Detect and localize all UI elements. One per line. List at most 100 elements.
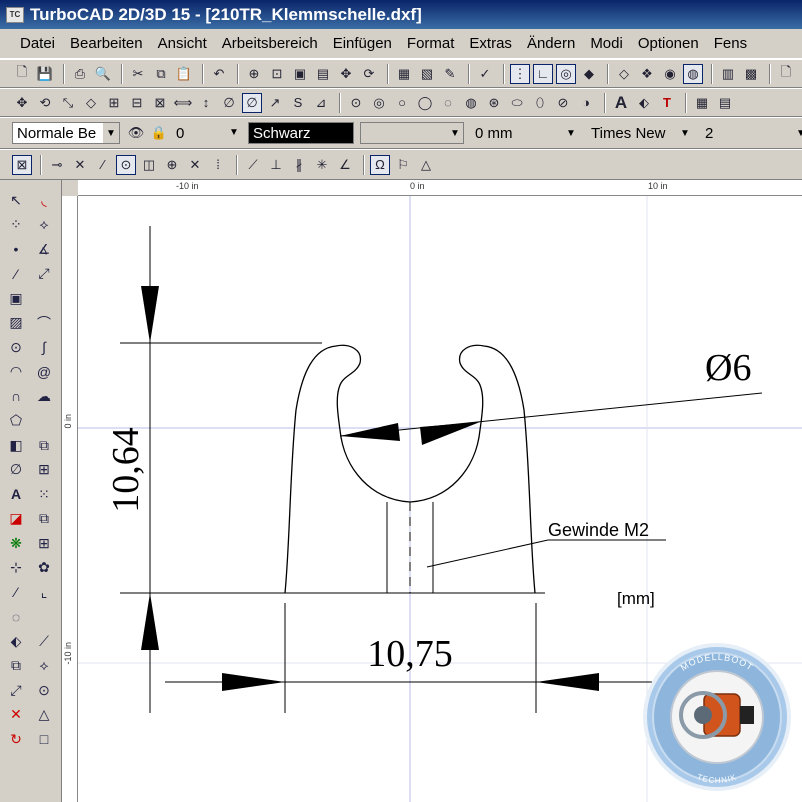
color-dropdown[interactable]: Schwarz▼ xyxy=(248,122,371,144)
radius-icon[interactable]: ∅ xyxy=(219,93,239,113)
snap-ortho-icon[interactable]: ∟ xyxy=(533,63,553,84)
triangle-tool-icon[interactable]: △ xyxy=(32,703,56,728)
cloud-icon[interactable]: ☁ xyxy=(32,384,56,409)
mirror-icon[interactable]: ◇ xyxy=(81,93,101,113)
chevron-down-icon[interactable]: ▼ xyxy=(226,122,242,142)
eye-visibility-icon[interactable]: 👁 xyxy=(126,123,146,143)
layer-number-dropdown[interactable]: 0 ▼ xyxy=(172,122,242,144)
edit-tool-icon[interactable]: ⁄ xyxy=(4,580,28,605)
align-icon[interactable]: ⊟ xyxy=(127,93,147,113)
magnet-icon[interactable]: Ω xyxy=(370,154,390,175)
dimension-vert-icon[interactable]: ↕ xyxy=(196,93,216,113)
node-edit-icon[interactable]: ⟡ xyxy=(32,213,56,238)
shape-tool-icon[interactable]: ◧ xyxy=(4,433,28,458)
snap-parallel-icon[interactable]: ∦ xyxy=(289,155,309,175)
copy-icon[interactable]: ⧉ xyxy=(151,64,171,84)
snap-intersect-icon[interactable]: ⊕ xyxy=(162,155,182,175)
layers-icon[interactable]: ▦ xyxy=(394,64,414,84)
dimension-tool-icon[interactable]: ∅ xyxy=(4,458,28,483)
library-icon[interactable]: ▥ xyxy=(718,64,738,84)
chevron-down-icon[interactable]: ▼ xyxy=(793,123,802,143)
print-preview-icon[interactable]: 🔍 xyxy=(93,64,113,84)
color-tool-icon[interactable]: ◪ xyxy=(4,507,28,532)
curve-tool-icon[interactable]: ∩ xyxy=(4,384,28,409)
menu-ansicht[interactable]: Ansicht xyxy=(158,35,207,52)
diameter-icon[interactable]: ∅ xyxy=(242,92,262,113)
grid-2-tool-icon[interactable]: ⊞ xyxy=(32,531,56,556)
render-icon[interactable]: ◆ xyxy=(579,64,599,84)
paste-icon[interactable]: 📋 xyxy=(174,64,194,84)
snap-angle-icon[interactable]: ∠ xyxy=(335,155,355,175)
orbit-icon[interactable]: ❖ xyxy=(637,64,657,84)
drawing-canvas[interactable]: 10,64 10,75 Ø6 Gewinde M2 [mm] MODELLBOO… xyxy=(78,196,802,802)
circle-6-icon[interactable]: ◍ xyxy=(461,93,481,113)
square-tool-icon[interactable]: □ xyxy=(32,727,56,752)
circle-3-icon[interactable]: ○ xyxy=(392,93,412,113)
zoom-icon[interactable]: ⊕ xyxy=(244,64,264,84)
new-file-icon[interactable]: 🗋 xyxy=(12,64,32,84)
view-tool-icon[interactable]: ⤢ xyxy=(4,678,28,703)
menu-bearbeiten[interactable]: Bearbeiten xyxy=(70,35,143,52)
table-2-icon[interactable]: ▤ xyxy=(715,93,735,113)
array-icon[interactable]: ⊞ xyxy=(104,93,124,113)
circle-5-icon[interactable]: ◌ xyxy=(438,93,458,113)
snap-perpendicular-icon[interactable]: ⊥ xyxy=(266,155,286,175)
chevron-down-icon[interactable]: ▼ xyxy=(447,123,463,143)
lock-icon[interactable]: 🔒 xyxy=(149,123,169,143)
thickness-dropdown[interactable]: 0 mm ▼ xyxy=(470,122,580,144)
snap-center-point-icon[interactable]: ⊙ xyxy=(116,154,136,175)
menu-extras[interactable]: Extras xyxy=(469,35,512,52)
cut-tool-icon[interactable]: ✕ xyxy=(4,703,28,728)
redraw-icon[interactable]: ⟳ xyxy=(359,64,379,84)
rect-tool-icon[interactable]: ▣ xyxy=(4,286,28,311)
camera-icon[interactable]: ◉ xyxy=(660,64,680,84)
page-icon[interactable]: 🗋 xyxy=(776,64,796,84)
layer-dropdown[interactable]: Normale Be ▼ xyxy=(12,122,120,144)
eye-icon[interactable]: ◍ xyxy=(683,63,703,84)
menu-modi[interactable]: Modi xyxy=(590,35,623,52)
symbol-tool-icon[interactable]: ❋ xyxy=(4,531,28,556)
text-size-dropdown[interactable]: 2▼ xyxy=(700,122,802,144)
dimension-icon[interactable]: ⟺ xyxy=(173,93,193,113)
circle-4-icon[interactable]: ◯ xyxy=(415,93,435,113)
snap-middle-icon[interactable]: ⁄ xyxy=(93,155,113,175)
menu-fenster[interactable]: Fens xyxy=(714,35,747,52)
menu-aendern[interactable]: Ändern xyxy=(527,35,575,52)
ellipse-4-icon[interactable]: ◑ xyxy=(576,93,596,113)
select-snap-icon[interactable]: ⊠ xyxy=(12,154,32,175)
snap-nearest-icon[interactable]: ✕ xyxy=(70,155,90,175)
menu-einfuegen[interactable]: Einfügen xyxy=(333,35,392,52)
arc-tool-icon[interactable]: ◠ xyxy=(4,360,28,385)
select-tool-icon[interactable]: ↖ xyxy=(4,188,28,213)
linestyle-dropdown[interactable]: ▼ xyxy=(360,122,464,144)
snap-triangle-icon[interactable]: △ xyxy=(416,155,436,175)
zoom-window-icon[interactable]: ⊡ xyxy=(267,64,287,84)
snap-flag-icon[interactable]: ⚐ xyxy=(393,155,413,175)
move-icon[interactable]: ✥ xyxy=(12,93,32,113)
snap-grid-points-icon[interactable]: ⁞ xyxy=(208,155,228,175)
cube-icon[interactable]: ◇ xyxy=(614,64,634,84)
stack-tool-icon[interactable]: ⧉ xyxy=(32,507,56,532)
snap-star-icon[interactable]: ✳ xyxy=(312,155,332,175)
tag-icon[interactable]: ⬖ xyxy=(634,93,654,113)
leader-icon[interactable]: ↗ xyxy=(265,93,285,113)
layer-tool-icon[interactable]: ⧉ xyxy=(4,654,28,679)
ellipse-2-icon[interactable]: ⬯ xyxy=(530,93,550,113)
insert-tool-icon[interactable]: ⊹ xyxy=(4,556,28,581)
line-edit-icon[interactable]: ⤢ xyxy=(32,262,56,287)
snap-grid-icon[interactable]: ⋮ xyxy=(510,63,530,84)
zoom-extents-icon[interactable]: ▣ xyxy=(290,64,310,84)
menu-format[interactable]: Format xyxy=(407,35,455,52)
spiral-icon[interactable]: @ xyxy=(32,360,56,385)
menu-arbeitsbereich[interactable]: Arbeitsbereich xyxy=(222,35,318,52)
text-s-icon[interactable]: S xyxy=(288,93,308,113)
ellipse-1-icon[interactable]: ⬭ xyxy=(507,93,527,113)
snap-center-icon[interactable]: ◎ xyxy=(556,63,576,84)
text-icon[interactable]: A xyxy=(611,93,631,113)
circle-2-icon[interactable]: ◎ xyxy=(369,93,389,113)
palette-icon[interactable]: ▩ xyxy=(741,64,761,84)
polygon-tool-icon[interactable]: ⬠ xyxy=(4,409,28,434)
circle-1-icon[interactable]: ⊙ xyxy=(346,93,366,113)
circle-select-icon[interactable]: ⊙ xyxy=(32,678,56,703)
point-tool-icon[interactable]: ⁘ xyxy=(4,213,28,238)
